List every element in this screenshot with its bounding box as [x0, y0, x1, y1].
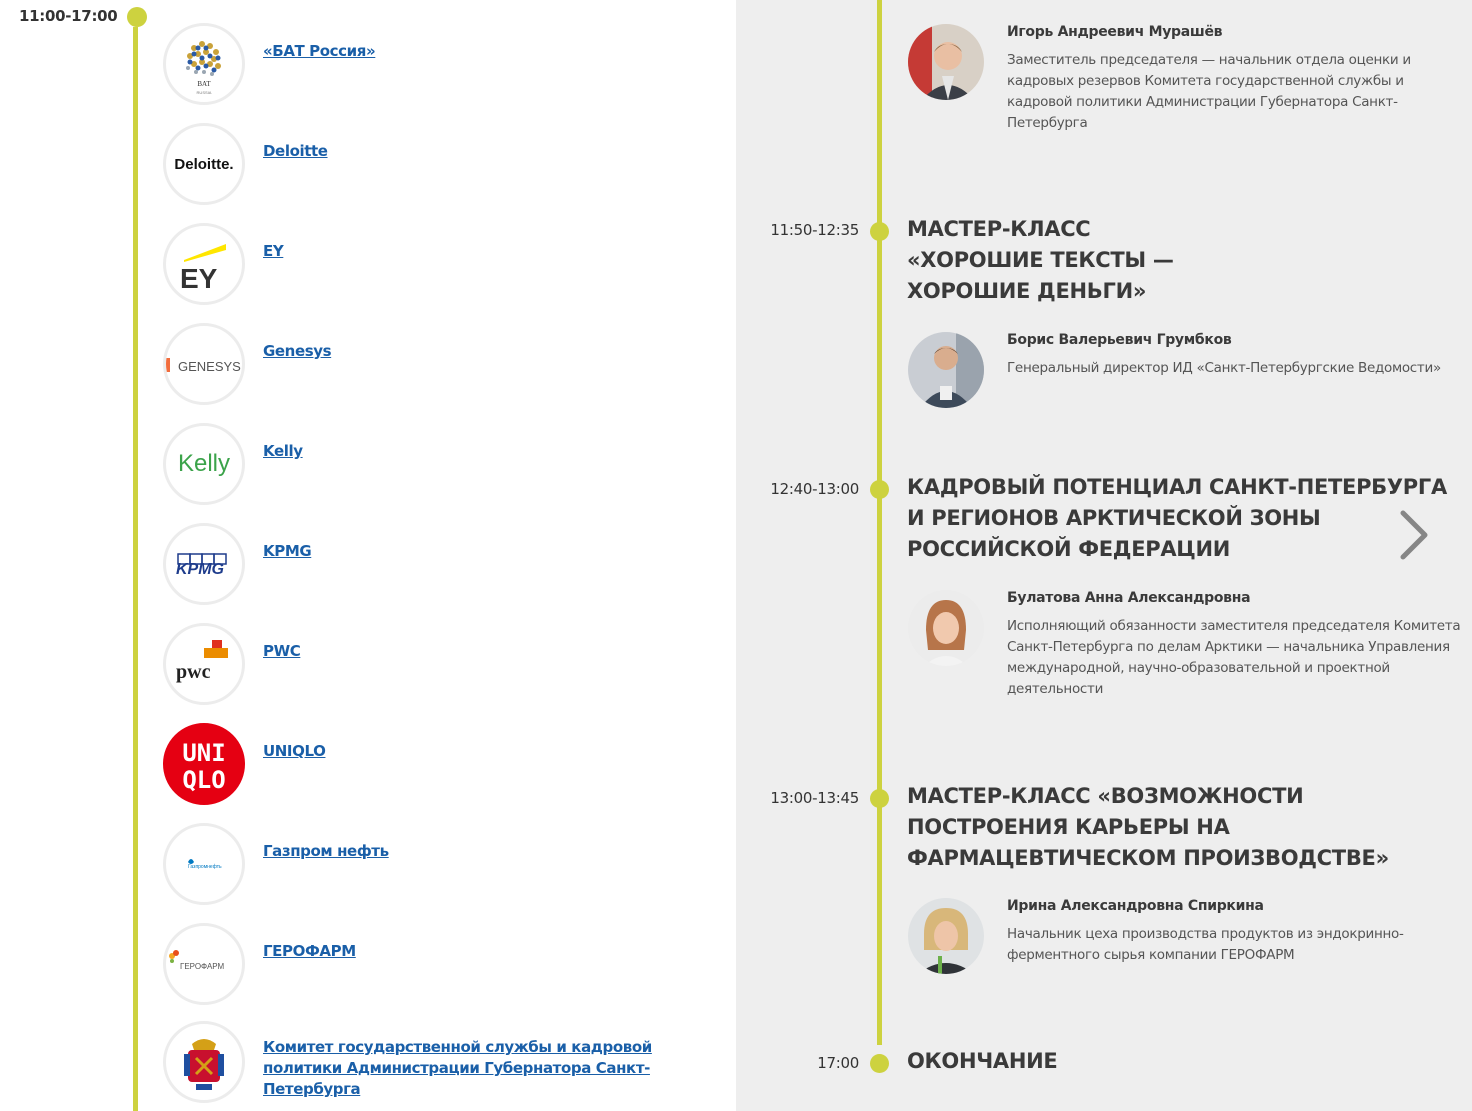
pwc-logo-text: pwc: [176, 661, 211, 683]
session-time: 17:00: [817, 1054, 859, 1072]
session-time: 11:50-12:35: [770, 221, 859, 239]
company-link-kelly[interactable]: Kelly: [263, 441, 303, 462]
kpmg-logo[interactable]: KPMG: [163, 523, 245, 605]
company-item: GENESYS Genesys: [163, 323, 723, 405]
company-link-bat[interactable]: «БАТ Россия»: [263, 41, 376, 62]
company-link-ey[interactable]: EY: [263, 241, 284, 262]
timeline-dot: [127, 7, 147, 27]
company-item: ГЕРОФАРМ ГЕРОФАРМ: [163, 923, 723, 1005]
company-item: pwc PWC: [163, 623, 723, 705]
speaker-name: Борис Валерьевич Грумбков: [1007, 332, 1232, 348]
kpmg-logo-text: KPMG: [176, 561, 224, 578]
company-link-geropharm[interactable]: ГЕРОФАРМ: [263, 941, 356, 962]
session-title: Кадровый потенциал Санкт-Петербурга и ре…: [907, 475, 1447, 561]
timeline-line: [877, 0, 882, 1045]
geropharm-logo[interactable]: ГЕРОФАРМ: [163, 923, 245, 1005]
company-item: Kelly Kelly: [163, 423, 723, 505]
deloitte-logo-text: Deloitte.: [174, 155, 234, 173]
company-link-deloitte[interactable]: Deloitte: [263, 141, 328, 162]
exhibitors-time: 11:00-17:00: [19, 7, 118, 25]
timeline-dot: [870, 789, 889, 808]
speaker-photo: [908, 590, 984, 666]
company-link-pwc[interactable]: PWC: [263, 641, 301, 662]
session-title: Мастер-класс «Возможности построения кар…: [907, 784, 1389, 870]
deloitte-logo[interactable]: Deloitte.: [163, 123, 245, 205]
speaker-name: Игорь Андреевич Мурашёв: [1007, 24, 1223, 40]
speaker-photo: [908, 24, 984, 100]
speaker-role: Заместитель председателя — начальник отд…: [1007, 52, 1411, 131]
speaker-role: Генеральный директор ИД «Санкт-Петербург…: [1007, 360, 1441, 376]
company-item: KPMG KPMG: [163, 523, 723, 605]
company-link-kpmg[interactable]: KPMG: [263, 541, 312, 562]
bat-logo-text: BAT: [197, 80, 211, 88]
speaker-name: Ирина Александровна Спиркина: [1007, 898, 1264, 914]
company-item: EY EY: [163, 223, 723, 305]
timeline-dot: [870, 1054, 889, 1073]
program-panel: Игорь Андреевич Мурашёв Заместитель пред…: [736, 0, 1472, 1111]
bat-logo-subtext: RUSSIA: [197, 90, 212, 95]
company-item: Deloitte. Deloitte: [163, 123, 723, 205]
kelly-logo-text: Kelly: [177, 450, 231, 477]
company-link-spb-committee[interactable]: Комитет государственной службы и кадрово…: [263, 1037, 703, 1100]
uniqlo-logo[interactable]: UNI QLO: [163, 723, 245, 805]
company-item: UNI QLO UNIQLO: [163, 723, 723, 805]
company-link-uniqlo[interactable]: UNIQLO: [263, 741, 326, 762]
session-time: 12:40-13:00: [770, 480, 859, 498]
genesys-logo[interactable]: GENESYS: [163, 323, 245, 405]
geropharm-logo-text: ГЕРОФАРМ: [180, 962, 225, 971]
company-item: Газпромнефть Газпром нефть: [163, 823, 723, 905]
exhibitors-panel: 11:00-17:00 BAT RUSSIA «БАТ Россия» Delo…: [0, 0, 736, 1111]
company-link-gazprom-neft[interactable]: Газпром нефть: [263, 841, 389, 862]
company-link-genesys[interactable]: Genesys: [263, 341, 332, 362]
timeline-line: [133, 27, 138, 1111]
speaker-role: Начальник цеха производства продуктов из…: [1007, 926, 1404, 963]
company-item: Комитет государственной службы и кадрово…: [163, 1021, 723, 1103]
uniqlo-logo-text-2: QLO: [182, 766, 225, 794]
chevron-right-icon[interactable]: [1395, 505, 1435, 565]
session-title: Мастер-класс «Хорошие тексты — хорошие д…: [907, 217, 1174, 303]
session-title: Окончание: [907, 1049, 1058, 1073]
kelly-logo[interactable]: Kelly: [163, 423, 245, 505]
uniqlo-logo-text-1: UNI: [182, 739, 225, 767]
gazprom-neft-logo[interactable]: Газпромнефть: [163, 823, 245, 905]
timeline-dot: [870, 222, 889, 241]
gazprom-logo-text: Газпромнефть: [188, 864, 222, 870]
speaker-role: Исполняющий обязанности заместителя пред…: [1007, 618, 1461, 697]
speaker-name: Булатова Анна Александровна: [1007, 590, 1251, 606]
speaker-photo: [908, 332, 984, 408]
ey-logo-text: EY: [180, 263, 218, 294]
genesys-logo-text: GENESYS: [178, 359, 241, 374]
pwc-logo[interactable]: pwc: [163, 623, 245, 705]
spb-coat-of-arms[interactable]: [163, 1021, 245, 1103]
timeline-dot: [870, 480, 889, 499]
ey-logo[interactable]: EY: [163, 223, 245, 305]
company-item: BAT RUSSIA «БАТ Россия»: [163, 23, 723, 105]
bat-russia-logo[interactable]: BAT RUSSIA: [163, 23, 245, 105]
speaker-photo: [908, 898, 984, 974]
session-time: 13:00-13:45: [770, 789, 859, 807]
